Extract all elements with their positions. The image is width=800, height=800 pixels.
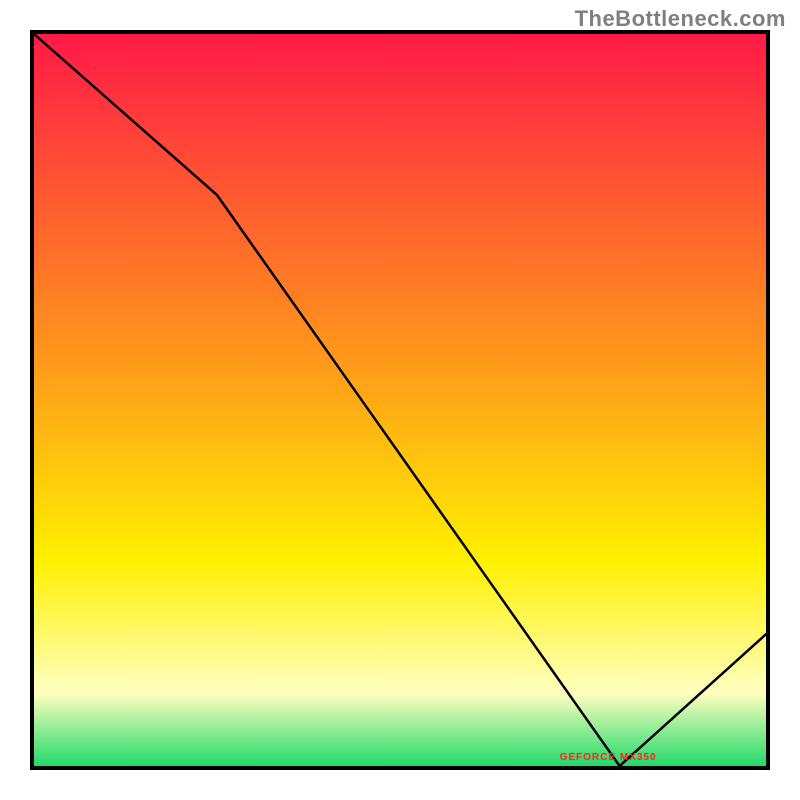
- data-line: [34, 34, 766, 766]
- chart-stage: TheBottleneck.com GEFORCE MX350: [0, 0, 800, 800]
- plot-frame: GEFORCE MX350: [30, 30, 770, 770]
- attribution-text: TheBottleneck.com: [575, 6, 786, 32]
- annotation-label: GEFORCE MX350: [560, 752, 657, 763]
- gradient-background: [34, 34, 766, 766]
